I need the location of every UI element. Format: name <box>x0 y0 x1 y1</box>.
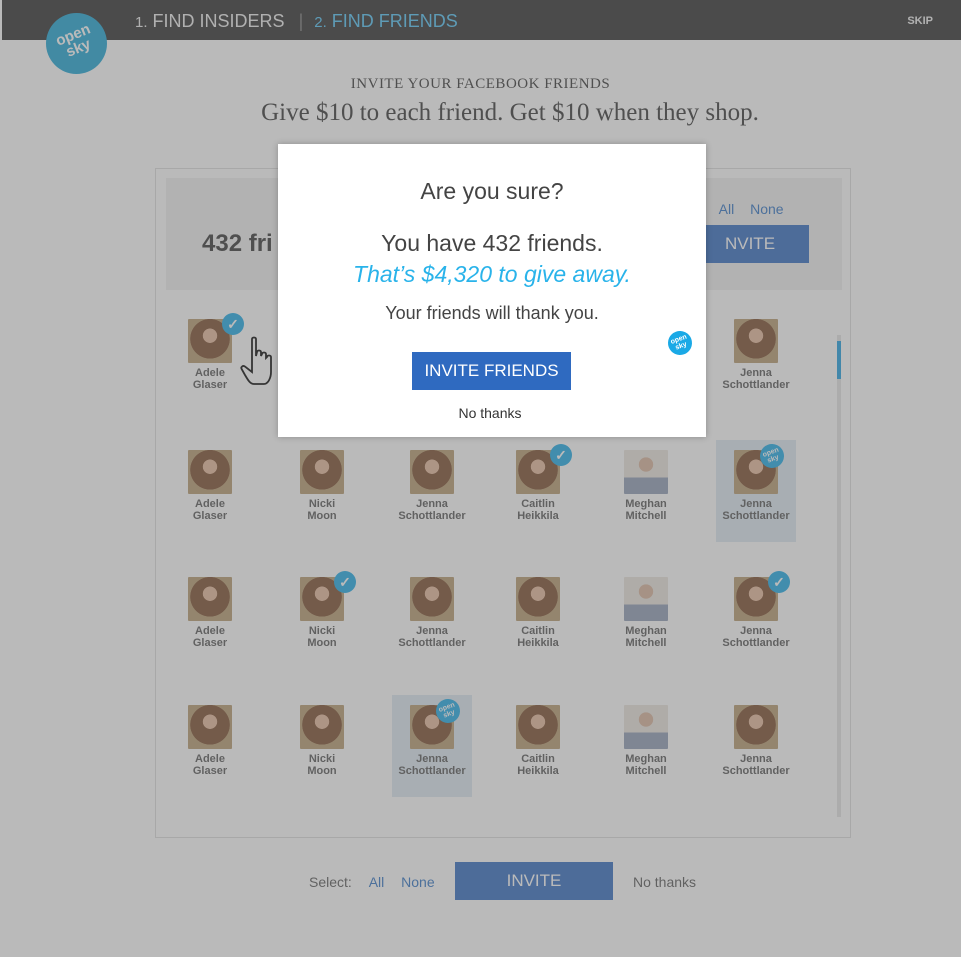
modal-friend-count: You have 432 friends. <box>381 230 603 256</box>
invite-friends-button[interactable]: INVITE FRIENDS <box>412 352 571 390</box>
opensky-badge-icon: open sky <box>664 327 696 359</box>
modal-thanks-text: Your friends will thank you. <box>385 303 599 323</box>
confirm-invite-modal: Are you sure? You have 432 friends. That… <box>278 144 706 437</box>
modal-title: Are you sure? <box>420 178 564 204</box>
modal-give-away-amount: That’s $4,320 to give away. <box>353 261 631 287</box>
modal-no-thanks-link[interactable]: No thanks <box>278 405 702 421</box>
